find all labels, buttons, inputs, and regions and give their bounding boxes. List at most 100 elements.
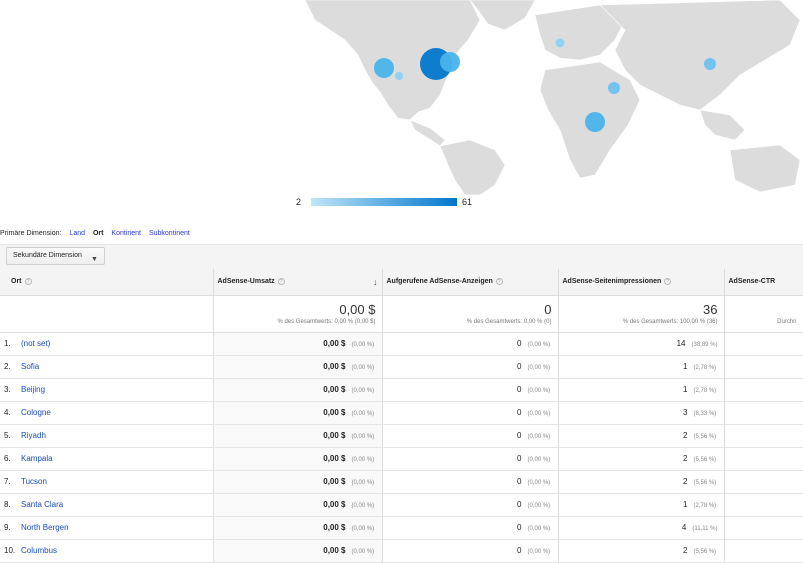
impressions-value: 1 bbox=[683, 385, 688, 394]
revenue-value: 0,00 $ bbox=[323, 385, 346, 394]
row-number: 3. bbox=[4, 385, 11, 394]
table-row: 1. (not set) 0,00 $ (0,00 %) 0 (0,00 %) 14 (38,… bbox=[0, 332, 803, 356]
ads-viewed-value: 0 bbox=[517, 339, 522, 348]
revenue-percent: (0,00 %) bbox=[351, 457, 375, 463]
ads-viewed-percent: (0,00 %) bbox=[527, 549, 551, 555]
revenue-cell: 0,00 $ (0,00 %) bbox=[213, 401, 383, 425]
location-link[interactable]: Columbus bbox=[21, 546, 57, 555]
bubble-uganda[interactable] bbox=[585, 112, 605, 132]
location-cell: 7. Tucson bbox=[0, 470, 214, 494]
revenue-value: 0,00 $ bbox=[323, 339, 346, 348]
column-header-adsense-umsatz[interactable]: AdSense-Umsatz? ↓ bbox=[213, 269, 383, 296]
impressions-value: 2 bbox=[683, 431, 688, 440]
sort-descending-icon[interactable]: ↓ bbox=[373, 277, 378, 287]
help-icon[interactable]: ? bbox=[664, 278, 672, 286]
ads-viewed-cell: 0 (0,00 %) bbox=[382, 424, 559, 448]
totals-label-cell bbox=[0, 295, 214, 333]
table-row: 3. Beijing 0,00 $ (0,00 %) 0 (0,00 %) 1 (2,78 %… bbox=[0, 378, 803, 402]
revenue-percent: (0,00 %) bbox=[351, 342, 375, 348]
location-cell: 4. Cologne bbox=[0, 401, 214, 425]
location-link[interactable]: Beijing bbox=[21, 385, 45, 394]
help-icon[interactable]: ? bbox=[277, 278, 285, 286]
help-icon[interactable]: ? bbox=[24, 278, 32, 286]
impressions-value: 3 bbox=[683, 408, 688, 417]
ads-viewed-value: 0 bbox=[517, 500, 522, 509]
table-row: 5. Riyadh 0,00 $ (0,00 %) 0 (0,00 %) 2 (5,56 %) bbox=[0, 424, 803, 448]
land-southeast-asia bbox=[699, 109, 746, 141]
bubble-saudi-arabia[interactable] bbox=[608, 82, 620, 94]
impressions-percent: (2,78 %) bbox=[693, 365, 717, 371]
data-table: Ort? AdSense-Umsatz? ↓ Aufgerufene AdSens… bbox=[0, 269, 803, 563]
impressions-value: 2 bbox=[683, 477, 688, 486]
revenue-percent: (0,00 %) bbox=[351, 434, 375, 440]
impressions-value: 14 bbox=[676, 339, 686, 348]
ctr-cell bbox=[724, 493, 803, 517]
ads-viewed-cell: 0 (0,00 %) bbox=[382, 493, 559, 517]
row-number: 7. bbox=[4, 477, 11, 486]
revenue-value: 0,00 $ bbox=[323, 454, 346, 463]
secondary-dimension-dropdown[interactable]: Sekundäre Dimension ▼ bbox=[6, 247, 105, 265]
ads-viewed-cell: 0 (0,00 %) bbox=[382, 355, 559, 379]
caret-down-icon: ▼ bbox=[90, 256, 98, 263]
column-header-ort[interactable]: Ort? bbox=[0, 269, 214, 296]
dimension-ort[interactable]: Ort bbox=[93, 230, 104, 237]
revenue-value: 0,00 $ bbox=[323, 477, 346, 486]
column-header-aufgerufene-anzeigen[interactable]: Aufgerufene AdSense-Anzeigen? bbox=[382, 269, 559, 296]
revenue-cell: 0,00 $ (0,00 %) bbox=[213, 447, 383, 471]
location-link[interactable]: Kampala bbox=[21, 454, 53, 463]
impressions-percent: (38,89 %) bbox=[691, 342, 718, 348]
ads-viewed-cell: 0 (0,00 %) bbox=[382, 470, 559, 494]
bubble-china[interactable] bbox=[704, 58, 716, 70]
totals-revenue: 0,00 $% des Gesamtwerts: 0,00 % (0,00 $) bbox=[213, 295, 383, 333]
land-central-america bbox=[409, 119, 446, 147]
column-header-seitenimpressionen[interactable]: AdSense-Seitenimpressionen? bbox=[558, 269, 725, 296]
revenue-value: 0,00 $ bbox=[323, 362, 346, 371]
revenue-cell: 0,00 $ (0,00 %) bbox=[213, 355, 383, 379]
land-australia bbox=[729, 144, 801, 193]
impressions-cell: 14 (38,89 %) bbox=[558, 332, 725, 356]
impressions-cell: 2 (5,56 %) bbox=[558, 470, 725, 494]
land-greenland bbox=[469, 0, 536, 31]
table-row: 7. Tucson 0,00 $ (0,00 %) 0 (0,00 %) 2 (5,56 %) bbox=[0, 470, 803, 494]
row-number: 10. bbox=[4, 546, 16, 555]
totals-ads-viewed: 0% des Gesamtwerts: 0,00 % (0) bbox=[382, 295, 559, 333]
dimension-kontinent[interactable]: Kontinent bbox=[111, 230, 141, 237]
dimension-subkontinent[interactable]: Subkontinent bbox=[149, 230, 190, 237]
ads-viewed-cell: 0 (0,00 %) bbox=[382, 447, 559, 471]
impressions-percent: (2,78 %) bbox=[693, 388, 717, 394]
column-header-adsense-ctr[interactable]: AdSense-CTR bbox=[724, 269, 803, 296]
bubble-new-york[interactable] bbox=[440, 52, 460, 72]
ctr-cell bbox=[724, 378, 803, 402]
location-link[interactable]: Cologne bbox=[21, 408, 51, 417]
location-cell: 6. Kampala bbox=[0, 447, 214, 471]
ads-viewed-cell: 0 (0,00 %) bbox=[382, 516, 559, 540]
revenue-cell: 0,00 $ (0,00 %) bbox=[213, 470, 383, 494]
location-link[interactable]: Tucson bbox=[21, 477, 47, 486]
location-link[interactable]: (not set) bbox=[21, 339, 50, 348]
help-icon[interactable]: ? bbox=[495, 278, 503, 286]
location-link[interactable]: Sofia bbox=[21, 362, 39, 371]
ads-viewed-percent: (0,00 %) bbox=[527, 526, 551, 532]
location-cell: 1. (not set) bbox=[0, 332, 214, 356]
bubble-arizona[interactable] bbox=[395, 72, 403, 80]
revenue-percent: (0,00 %) bbox=[351, 549, 375, 555]
impressions-cell: 1 (2,78 %) bbox=[558, 493, 725, 517]
primary-dimension-label: Primäre Dimension: bbox=[0, 230, 62, 237]
ads-viewed-percent: (0,00 %) bbox=[527, 457, 551, 463]
ads-viewed-cell: 0 (0,00 %) bbox=[382, 539, 559, 563]
revenue-cell: 0,00 $ (0,00 %) bbox=[213, 539, 383, 563]
impressions-cell: 2 (5,56 %) bbox=[558, 539, 725, 563]
bubble-california[interactable] bbox=[374, 58, 394, 78]
ads-viewed-percent: (0,00 %) bbox=[527, 503, 551, 509]
location-link[interactable]: North Bergen bbox=[21, 523, 69, 532]
bubble-germany[interactable] bbox=[555, 38, 565, 48]
revenue-value: 0,00 $ bbox=[323, 546, 346, 555]
ctr-cell bbox=[724, 470, 803, 494]
land-masses bbox=[304, 0, 801, 195]
location-link[interactable]: Riyadh bbox=[21, 431, 46, 440]
row-number: 5. bbox=[4, 431, 11, 440]
location-link[interactable]: Santa Clara bbox=[21, 500, 63, 509]
impressions-cell: 4 (11,11 %) bbox=[558, 516, 725, 540]
dimension-land[interactable]: Land bbox=[69, 230, 85, 237]
impressions-cell: 3 (8,33 %) bbox=[558, 401, 725, 425]
